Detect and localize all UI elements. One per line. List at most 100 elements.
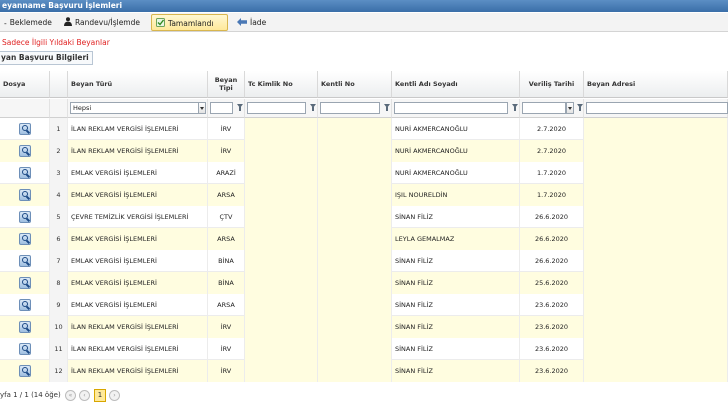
magnifier-icon[interactable] <box>18 255 31 267</box>
col-header-tc[interactable]: Tc Kimlik No <box>245 71 318 98</box>
first-page-button[interactable]: « <box>65 390 76 401</box>
cell-tipi: ARSA <box>208 184 245 206</box>
magnifier-icon[interactable] <box>18 277 31 289</box>
cell-turu: EMLAK VERGİSİ İŞLEMLERİ <box>68 162 208 184</box>
table-row[interactable]: 8 EMLAK VERGİSİ İŞLEMLERİ BİNA SİNAN FİLİZ 2… <box>0 272 728 294</box>
cell-tc <box>245 118 318 140</box>
tab-randevu[interactable]: Randevu/İşlemde <box>60 14 144 31</box>
filter-verilis <box>520 99 584 118</box>
magnifier-icon[interactable] <box>18 343 31 355</box>
cell-adi: IŞIL NOURELDİN <box>392 184 520 206</box>
cell-adi: SİNAN FİLİZ <box>392 250 520 272</box>
col-header-rownum <box>50 71 68 98</box>
magnifier-icon[interactable] <box>18 123 31 135</box>
col-header-beyan-tipi[interactable]: Beyan Tipi <box>208 71 245 98</box>
table-row[interactable]: 7 EMLAK VERGİSİ İŞLEMLERİ BİNA SİNAN FİLİZ 2… <box>0 250 728 272</box>
cell-tipi: ARSA <box>208 228 245 250</box>
magnifier-icon[interactable] <box>18 167 31 179</box>
cell-n: 7 <box>50 250 68 272</box>
table-row[interactable]: 4 EMLAK VERGİSİ İŞLEMLERİ ARSA IŞIL NOURELD… <box>0 184 728 206</box>
magnifier-icon[interactable] <box>18 365 31 377</box>
filter-icon[interactable] <box>384 104 390 111</box>
cell-tarih: 2.7.2020 <box>520 140 584 162</box>
cell-kno <box>318 360 392 382</box>
table-row[interactable]: 1 İLAN REKLAM VERGİSİ İŞLEMLERİ İRV NURİ AK… <box>0 118 728 140</box>
magnifier-icon[interactable] <box>18 321 31 333</box>
cell-tc <box>245 228 318 250</box>
cell-tarih: 23.6.2020 <box>520 360 584 382</box>
cell-tc <box>245 250 318 272</box>
cell-dosya <box>0 250 50 272</box>
kentli-adi-input[interactable] <box>394 102 508 114</box>
cell-kno <box>318 316 392 338</box>
beyan-turu-select[interactable]: Hepsi <box>70 102 199 114</box>
kentli-no-input[interactable] <box>320 102 380 114</box>
filter-adres <box>584 99 728 118</box>
table-row[interactable]: 5 ÇEVRE TEMİZLİK VERGİSİ İŞLEMLERİ ÇTV SİNA… <box>0 206 728 228</box>
magnifier-icon[interactable] <box>18 299 31 311</box>
col-header-dosya[interactable]: Dosya <box>0 71 50 98</box>
filter-icon[interactable] <box>237 104 243 111</box>
cell-n: 3 <box>50 162 68 184</box>
cell-adi: SİNAN FİLİZ <box>392 294 520 316</box>
beyan-tipi-input[interactable] <box>210 102 233 114</box>
cell-n: 2 <box>50 140 68 162</box>
filter-dosya <box>0 99 50 118</box>
cell-tipi: BİNA <box>208 250 245 272</box>
cell-tipi: İRV <box>208 140 245 162</box>
table-row[interactable]: 6 EMLAK VERGİSİ İŞLEMLERİ ARSA LEYLA GEMALM… <box>0 228 728 250</box>
arrow-left-icon <box>237 15 247 32</box>
table-row[interactable]: 12 İLAN REKLAM VERGİSİ İŞLEMLERİ İRV SİNAN … <box>0 360 728 382</box>
col-header-beyan-turu[interactable]: Beyan Türü <box>68 71 208 98</box>
cell-tarih: 26.6.2020 <box>520 250 584 272</box>
page-number-button[interactable]: 1 <box>94 389 106 402</box>
filter-icon[interactable] <box>512 104 518 111</box>
tc-input[interactable] <box>247 102 306 114</box>
cell-tarih: 23.6.2020 <box>520 338 584 360</box>
table-row[interactable]: 11 İLAN REKLAM VERGİSİ İŞLEMLERİ İRV SİNAN … <box>0 338 728 360</box>
filter-icon[interactable] <box>577 104 583 111</box>
cell-turu: EMLAK VERGİSİ İŞLEMLERİ <box>68 228 208 250</box>
verilis-date-input[interactable] <box>522 102 566 114</box>
magnifier-icon[interactable] <box>18 211 31 223</box>
cell-adi: NURİ AKMERCANOĞLU <box>392 118 520 140</box>
cell-adres <box>584 118 728 140</box>
chevron-down-icon[interactable] <box>198 102 206 114</box>
cell-kno <box>318 250 392 272</box>
cell-dosya <box>0 360 50 382</box>
filter-kentli-adi <box>392 99 520 118</box>
table-row[interactable]: 9 EMLAK VERGİSİ İŞLEMLERİ ARSA SİNAN FİLİZ 2… <box>0 294 728 316</box>
pager: yfa 1 / 1 (14 öğe) « ‹ 1 › <box>0 389 728 403</box>
magnifier-icon[interactable] <box>18 233 31 245</box>
table-row[interactable]: 3 EMLAK VERGİSİ İŞLEMLERİ ARAZİ NURİ AKMERC… <box>0 162 728 184</box>
cell-adi: SİNAN FİLİZ <box>392 360 520 382</box>
pager-info: yfa 1 / 1 (14 öğe) <box>0 391 61 399</box>
cell-tc <box>245 294 318 316</box>
col-header-kentli-adi[interactable]: Kentli Adı Soyadı <box>392 71 520 98</box>
cell-tc <box>245 272 318 294</box>
table-row[interactable]: 2 İLAN REKLAM VERGİSİ İŞLEMLERİ İRV NURİ AK… <box>0 140 728 162</box>
chevron-down-icon[interactable] <box>566 102 574 114</box>
cell-adres <box>584 294 728 316</box>
magnifier-icon[interactable] <box>18 145 31 157</box>
magnifier-icon[interactable] <box>18 189 31 201</box>
dash-icon: - <box>4 18 7 28</box>
tab-tamamlandi[interactable]: Tamamlandı <box>151 14 228 31</box>
cell-adi: SİNAN FİLİZ <box>392 338 520 360</box>
filter-icon[interactable] <box>310 104 316 111</box>
col-header-verilis[interactable]: Veriliş Tarihi <box>520 71 584 98</box>
tab-iade[interactable]: İade <box>233 14 270 31</box>
cell-tarih: 2.7.2020 <box>520 118 584 140</box>
cell-kno <box>318 140 392 162</box>
prev-page-button[interactable]: ‹ <box>79 390 90 401</box>
cell-tc <box>245 338 318 360</box>
col-header-kentli-no[interactable]: Kentli No <box>318 71 392 98</box>
tab-beklemede[interactable]: - Beklemede <box>0 14 56 31</box>
col-header-adres[interactable]: Beyan Adresi <box>584 71 728 98</box>
cell-adres <box>584 360 728 382</box>
cell-tarih: 23.6.2020 <box>520 316 584 338</box>
next-page-button[interactable]: › <box>109 390 120 401</box>
adres-input[interactable] <box>586 102 728 114</box>
table-row[interactable]: 10 İLAN REKLAM VERGİSİ İŞLEMLERİ İRV SİNAN … <box>0 316 728 338</box>
cell-n: 1 <box>50 118 68 140</box>
